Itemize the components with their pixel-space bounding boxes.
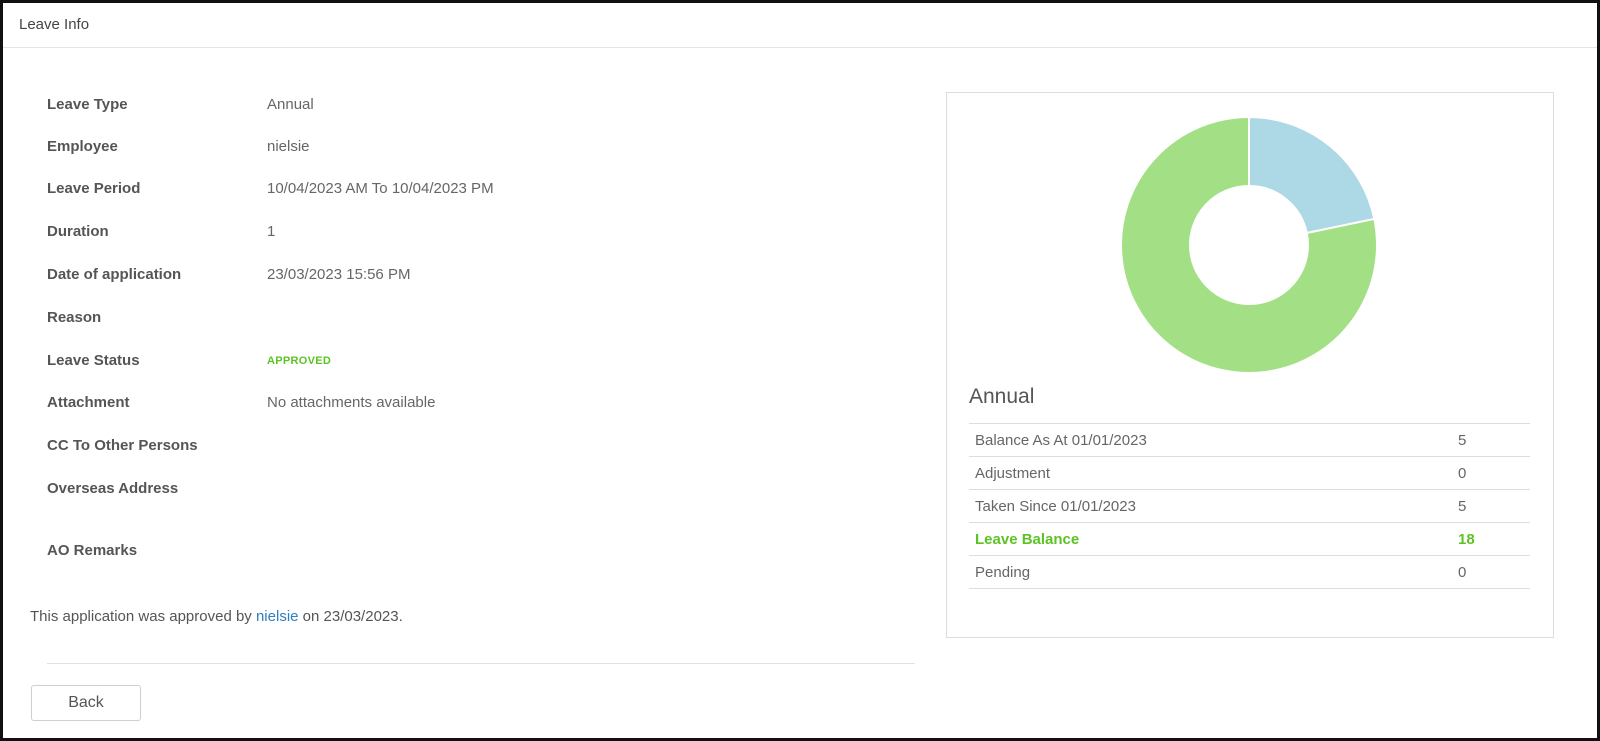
summary-row-balance-as-at: Balance As At 01/01/2023 5 [969,423,1530,457]
detail-value: 1 [267,223,276,240]
detail-value: Annual [267,96,314,113]
summary-row-leave-balance: Leave Balance 18 [969,522,1530,556]
detail-value: nielsie [267,138,310,155]
summary-row-adjustment: Adjustment 0 [969,456,1530,490]
detail-label: Leave Status [47,352,140,369]
approver-link[interactable]: nielsie [256,608,299,625]
summary-value: 0 [1452,456,1530,490]
summary-title: Annual [969,385,1035,408]
donut-slice-0 [1248,115,1376,235]
approval-note-suffix: on 23/03/2023. [302,608,403,625]
detail-label: Attachment [47,394,130,411]
panel-title: Leave Info [19,16,90,33]
approval-note-prefix: This application was approved by [30,608,252,625]
summary-value: 5 [1452,489,1530,523]
back-button[interactable]: Back [31,685,141,721]
summary-value: 18 [1452,522,1530,556]
detail-label: Leave Period [47,180,141,197]
summary-value: 5 [1452,423,1530,457]
summary-label: Balance As At 01/01/2023 [969,423,1452,457]
detail-label: AO Remarks [47,542,138,559]
detail-value: No attachments available [267,394,436,411]
leave-summary-table: Balance As At 01/01/2023 5 Adjustment 0 … [969,423,1530,589]
leave-balance-donut-chart [1120,115,1378,374]
summary-label: Adjustment [969,456,1452,490]
summary-label: Pending [969,555,1452,589]
detail-label: CC To Other Persons [47,437,198,454]
detail-value: 10/04/2023 AM To 10/04/2023 PM [267,180,494,197]
leave-summary-card: Annual Balance As At 01/01/2023 5 Adjust… [946,92,1554,638]
summary-row-pending: Pending 0 [969,555,1530,589]
detail-label: Employee [47,138,118,155]
detail-label: Leave Type [47,96,128,113]
leave-info-window: Leave Info Leave Type Annual Employee ni… [0,0,1600,741]
detail-label: Duration [47,223,109,240]
summary-row-taken-since: Taken Since 01/01/2023 5 [969,489,1530,523]
approval-note: This application was approved by nielsie… [30,608,403,625]
summary-label: Taken Since 01/01/2023 [969,489,1452,523]
detail-label: Reason [47,309,102,326]
status-badge: APPROVED [267,355,332,367]
divider [47,663,915,664]
panel-header: Leave Info [3,3,1597,48]
detail-label: Overseas Address [47,480,179,497]
detail-label: Date of application [47,266,182,283]
detail-value: 23/03/2023 15:56 PM [267,266,411,283]
summary-label: Leave Balance [969,522,1452,556]
summary-value: 0 [1452,555,1530,589]
